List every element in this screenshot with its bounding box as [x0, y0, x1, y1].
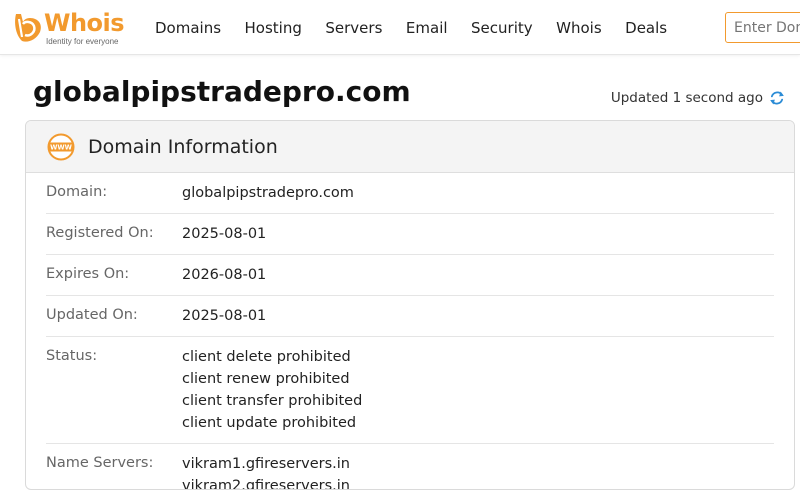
domain-information-card: WWW Domain Information Domain: globalpips… — [25, 120, 795, 490]
info-row: Domain: globalpipstradepro.com — [46, 173, 774, 214]
info-value-line: globalpipstradepro.com — [182, 185, 354, 201]
logo-tagline: Identity for everyone — [46, 37, 119, 46]
info-value-line: client renew prohibited — [182, 371, 350, 387]
top-navbar: Whois Identity for everyone Domains Hosti… — [0, 0, 800, 55]
logo-wordmark: Whois — [44, 9, 125, 37]
info-value: 2025-08-01 — [182, 223, 266, 245]
nav-item-whois[interactable]: Whois — [556, 19, 602, 37]
info-row: Status: client delete prohibited client re… — [46, 337, 774, 444]
svg-text:WWW: WWW — [50, 143, 73, 151]
info-row: Expires On: 2026-08-01 — [46, 255, 774, 296]
info-value: globalpipstradepro.com — [182, 182, 354, 204]
info-label: Expires On: — [46, 266, 130, 282]
info-value-line: client transfer prohibited — [182, 393, 363, 409]
info-row: Updated On: 2025-08-01 — [46, 296, 774, 337]
info-value-line: client delete prohibited — [182, 349, 351, 365]
card-title: Domain Information — [88, 135, 278, 158]
search-input[interactable] — [725, 12, 800, 43]
info-label: Domain: — [46, 184, 108, 200]
last-updated: Updated 1 second ago — [611, 89, 786, 107]
nav-item-hosting[interactable]: Hosting — [245, 19, 302, 37]
nav-item-security[interactable]: Security — [471, 19, 533, 37]
info-value-line: vikram2.gfireservers.in — [182, 478, 350, 490]
logo-mark-icon — [15, 14, 41, 42]
info-value: vikram1.gfireservers.in vikram2.gfireserv… — [182, 453, 350, 490]
info-value-line: 2025-08-01 — [182, 308, 267, 324]
main-nav: Domains Hosting Servers Email Security Whois D… — [155, 0, 691, 55]
info-label: Name Servers: — [46, 455, 154, 471]
info-value-line: 2026-08-01 — [182, 267, 267, 283]
info-row: Registered On: 2025-08-01 — [46, 214, 774, 255]
refresh-icon[interactable] — [768, 89, 786, 107]
info-value: 2026-08-01 — [182, 264, 266, 286]
nav-item-servers[interactable]: Servers — [325, 19, 382, 37]
info-label: Registered On: — [46, 225, 154, 241]
card-header: WWW Domain Information — [26, 121, 794, 173]
www-icon: WWW — [47, 133, 75, 160]
nav-item-deals[interactable]: Deals — [625, 19, 667, 37]
info-value: client delete prohibited client renew pro… — [182, 346, 362, 434]
updated-text: Updated 1 second ago — [610, 90, 763, 106]
info-value-line: 2025-08-01 — [182, 226, 267, 242]
page-title: globalpipstradepro.com — [33, 75, 411, 108]
whois-logo[interactable]: Whois Identity for everyone — [10, 8, 135, 48]
nav-item-domains[interactable]: Domains — [155, 19, 221, 37]
info-row: Name Servers: vikram1.gfireservers.in vikr… — [46, 444, 774, 490]
nav-item-email[interactable]: Email — [406, 19, 448, 37]
info-label: Status: — [46, 348, 98, 364]
info-value: 2025-08-01 — [182, 305, 266, 327]
info-value-line: client update prohibited — [182, 415, 357, 431]
info-value-line: vikram1.gfireservers.in — [182, 456, 350, 472]
info-label: Updated On: — [46, 307, 138, 323]
domain-info-rows: Domain: globalpipstradepro.com Registered … — [26, 173, 794, 490]
